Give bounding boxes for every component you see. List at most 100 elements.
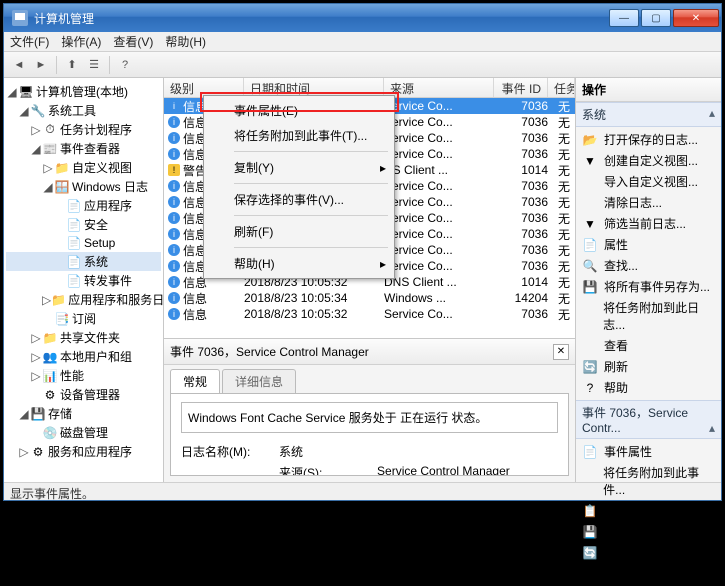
action-item[interactable]: 💾保存选择的事件... [576,521,721,542]
tree-subscriptions[interactable]: 📑订阅 [6,309,161,328]
action-icon: ? [582,380,598,396]
ctx-attach-task[interactable]: 将任务附加到此事件(T)... [206,123,392,148]
action-icon: 📋 [582,503,598,519]
tree-task[interactable]: ▷⏱任务计划程序 [6,120,161,139]
tree-perf[interactable]: ▷📊性能 [6,366,161,385]
info-icon: i [168,100,180,112]
menu-help[interactable]: 帮助(H) [165,33,206,50]
event-row[interactable]: i信息2018/8/23 10:05:34Windows ...14204无 [164,290,575,306]
info-icon: i [168,180,180,192]
tree-setup[interactable]: 📄Setup [6,234,161,252]
nav-tree[interactable]: ◢🖥计算机管理(本地) ◢🔧系统工具 ▷⏱任务计划程序 ◢📰事件查看器 ▷📁自定… [4,78,164,482]
tree-disk[interactable]: 💿磁盘管理 [6,423,161,442]
event-row[interactable]: i信息2018/8/23 10:05:32Service Co...7036无 [164,306,575,322]
tree-shared[interactable]: ▷📁共享文件夹 [6,328,161,347]
action-item[interactable]: ▼筛选当前日志... [576,213,721,234]
ctx-save-selected[interactable]: 保存选择的事件(V)... [206,187,392,212]
info-icon: i [168,148,180,160]
tree-appsvclogs[interactable]: ▷📁应用程序和服务日志 [6,290,161,309]
ctx-event-properties[interactable]: 事件属性(E) [206,98,392,123]
tree-users[interactable]: ▷👥本地用户和组 [6,347,161,366]
tree-system[interactable]: 📄系统 [6,252,161,271]
action-item[interactable]: ?帮助 [576,377,721,398]
action-item[interactable]: 💾将所有事件另存为... [576,276,721,297]
action-icon: 📂 [582,132,598,148]
warn-icon: ! [168,164,180,176]
tab-details[interactable]: 详细信息 [222,369,296,393]
minimize-button[interactable]: — [609,9,639,27]
tree-winlogs[interactable]: ◢🪟Windows 日志 [6,177,161,196]
action-icon [582,308,597,324]
tree-systools[interactable]: ◢🔧系统工具 [6,101,161,120]
actions-section-event[interactable]: 事件 7036，Service Contr... [576,400,721,439]
close-button[interactable]: ✕ [673,9,719,27]
tree-svc[interactable]: ▷⚙服务和应用程序 [6,442,161,461]
info-icon: i [168,196,180,208]
info-icon: i [168,228,180,240]
info-icon: i [168,276,180,288]
action-icon [582,195,598,211]
action-item[interactable]: 查看 [576,335,721,356]
action-item[interactable]: 将任务附加到此事件... [576,462,721,500]
ctx-help[interactable]: 帮助(H) [206,251,392,276]
action-icon: 🔄 [582,545,598,561]
ctx-refresh[interactable]: 刷新(F) [206,219,392,244]
actions-pane: 操作 系统 📂打开保存的日志...▼创建自定义视图...导入自定义视图...清除… [576,78,721,482]
info-icon: i [168,116,180,128]
tree-eventviewer[interactable]: ◢📰事件查看器 [6,139,161,158]
event-message: Windows Font Cache Service 服务处于 正在运行 状态。 [181,402,558,433]
tree-customviews[interactable]: ▷📁自定义视图 [6,158,161,177]
fwd-icon[interactable]: ► [32,56,50,74]
action-icon: 📄 [582,237,598,253]
action-item[interactable]: 🔄刷新 [576,542,721,563]
detail-title: 事件 7036，Service Control Manager [170,343,369,360]
action-icon [582,473,597,489]
action-icon [582,338,598,354]
app-icon [12,10,28,26]
tree-security[interactable]: 📄安全 [6,215,161,234]
menu-file[interactable]: 文件(F) [10,33,49,50]
context-menu: 事件属性(E) 将任务附加到此事件(T)... 复制(Y) 保存选择的事件(V)… [203,95,395,279]
col-source[interactable]: 来源 [384,78,494,97]
action-icon: ▼ [582,153,598,169]
action-item[interactable]: ▼创建自定义视图... [576,150,721,171]
tree-application[interactable]: 📄应用程序 [6,196,161,215]
tree-storage[interactable]: ◢💾存储 [6,404,161,423]
help-icon[interactable]: ? [116,56,134,74]
menubar: 文件(F) 操作(A) 查看(V) 帮助(H) [4,32,721,52]
info-icon: i [168,244,180,256]
action-item[interactable]: ?帮助 [576,563,721,584]
action-item[interactable]: 将任务附加到此日志... [576,297,721,335]
back-icon[interactable]: ◄ [10,56,28,74]
up-icon[interactable]: ⬆ [63,56,81,74]
menu-action[interactable]: 操作(A) [61,33,101,50]
ctx-copy[interactable]: 复制(Y) [206,155,392,180]
tab-general[interactable]: 常规 [170,369,220,393]
detail-pane: 事件 7036，Service Control Manager ✕ 常规 详细信… [164,338,575,482]
toolbar: ◄ ► ⬆ ☰ ? [4,52,721,78]
titlebar[interactable]: 计算机管理 — ▢ ✕ [4,4,721,32]
col-category[interactable]: 任务类别 [548,78,575,97]
menu-view[interactable]: 查看(V) [113,33,153,50]
maximize-button[interactable]: ▢ [641,9,671,27]
actions-header: 操作 [576,78,721,102]
tree-forwarded[interactable]: 📄转发事件 [6,271,161,290]
list-icon[interactable]: ☰ [85,56,103,74]
action-item[interactable]: 📂打开保存的日志... [576,129,721,150]
col-eventid[interactable]: 事件 ID [494,78,548,97]
tree-root[interactable]: ◢🖥计算机管理(本地) [6,82,161,101]
actions-section-system[interactable]: 系统 [576,102,721,127]
action-item[interactable]: 清除日志... [576,192,721,213]
action-item[interactable]: 🔍查找... [576,255,721,276]
action-icon: 📄 [582,444,598,460]
action-item[interactable]: 🔄刷新 [576,356,721,377]
detail-close-button[interactable]: ✕ [553,344,569,360]
action-item[interactable]: 📋复制 [576,500,721,521]
tree-devmgr[interactable]: ⚙设备管理器 [6,385,161,404]
action-item[interactable]: 导入自定义视图... [576,171,721,192]
action-icon: 🔍 [582,258,598,274]
info-icon: i [168,212,180,224]
action-item[interactable]: 📄属性 [576,234,721,255]
detail-body: Windows Font Cache Service 服务处于 正在运行 状态。… [170,393,569,476]
action-item[interactable]: 📄事件属性 [576,441,721,462]
